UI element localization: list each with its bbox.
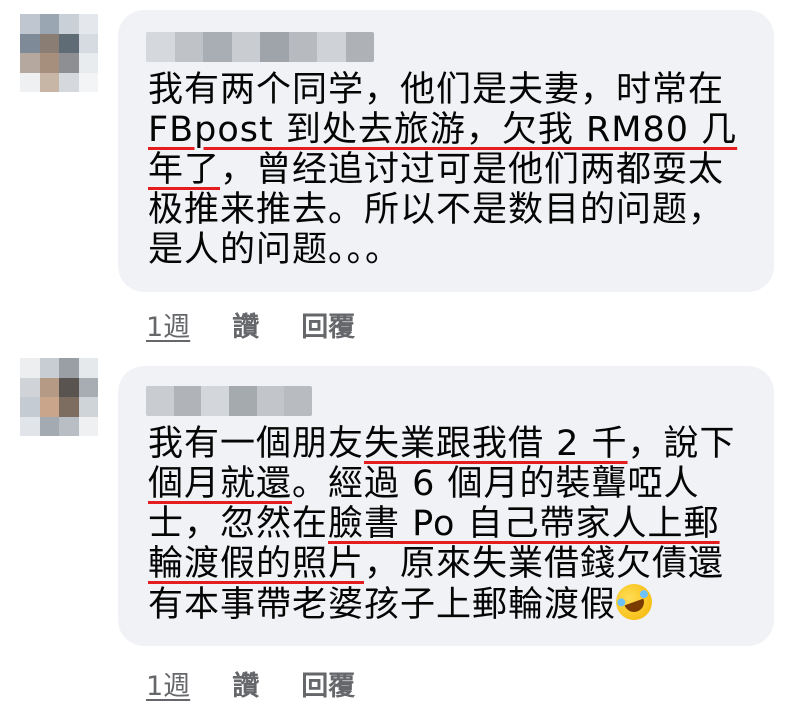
text-segment: 有本事帶老婆孩子上郵輪渡假 <box>148 585 617 625</box>
comment-line: 個月就還。經過 6 個月的裝聾啞人 <box>148 464 736 504</box>
text-segment: 极推来推去。所以不是数目的问题， <box>148 190 725 230</box>
comment-actions: 1週 讚 回覆 <box>146 305 355 344</box>
comment-line: 士，忽然在臉書 Po 自己帶家人上郵 <box>148 504 736 544</box>
reply-button[interactable]: 回覆 <box>301 305 355 344</box>
underlined-text: FBpost 到处去旅游，欠我 RM80 几 <box>148 110 738 150</box>
comment-line: 輪渡假的照片，原來失業借錢欠債還 <box>148 544 736 584</box>
comment-line: 我有两个同学，他们是夫妻，时常在 <box>148 70 737 110</box>
text-segment: 是人的问题。。。 <box>148 230 402 270</box>
comment-line: 极推来推去。所以不是数目的问题， <box>148 190 737 230</box>
laughing-emoji-icon <box>610 578 658 626</box>
comment-line: FBpost 到处去旅游，欠我 RM80 几 <box>148 110 737 150</box>
text-segment: 我有一個朋友 <box>148 424 365 464</box>
comment-line: 是人的问题。。。 <box>148 230 737 270</box>
comment-text: 我有两个同学，他们是夫妻，时常在 FBpost 到处去旅游，欠我 RM80 几年了… <box>148 70 737 270</box>
like-button[interactable]: 讚 <box>232 305 259 344</box>
comment-text: 我有一個朋友失業跟我借 2 千，說下 個月就還。經過 6 個月的裝聾啞人 士，忽然在… <box>148 424 736 626</box>
commenter-name-blurred[interactable] <box>146 386 312 416</box>
comment-line: 有本事帶老婆孩子上郵輪渡假 <box>148 578 736 626</box>
text-segment: ，說下 <box>627 424 736 464</box>
avatar-blurred[interactable] <box>20 358 98 436</box>
underlined-text: 失業跟我借 2 千 <box>364 424 628 464</box>
reply-button[interactable]: 回覆 <box>301 664 355 703</box>
comment-timestamp-link[interactable]: 1週 <box>146 664 190 703</box>
commenter-name-blurred[interactable] <box>146 32 374 62</box>
text-segment: ，曾经追讨过可是他们两都耍太 <box>220 150 725 190</box>
comment-actions: 1週 讚 回覆 <box>146 664 355 703</box>
text-segment: 我有两个同学，他们是夫妻，时常在 <box>148 70 725 110</box>
text-segment: 士，忽然在 <box>148 504 329 544</box>
text-segment: ，原來失業借錢欠債還 <box>364 544 725 584</box>
underlined-text: 輪渡假的照片 <box>148 544 365 584</box>
underlined-text: 臉書 Po 自己帶家人上郵 <box>328 504 720 544</box>
comment-timestamp-link[interactable]: 1週 <box>146 305 190 344</box>
underlined-text: 個月就還 <box>148 464 293 504</box>
underlined-text: 年了 <box>148 150 221 190</box>
avatar-blurred[interactable] <box>20 14 98 92</box>
comment-line: 年了，曾经追讨过可是他们两都耍太 <box>148 150 737 190</box>
text-segment: 。經過 6 個月的裝聾啞人 <box>292 464 700 504</box>
comment-line: 我有一個朋友失業跟我借 2 千，說下 <box>148 424 736 464</box>
like-button[interactable]: 讚 <box>232 664 259 703</box>
